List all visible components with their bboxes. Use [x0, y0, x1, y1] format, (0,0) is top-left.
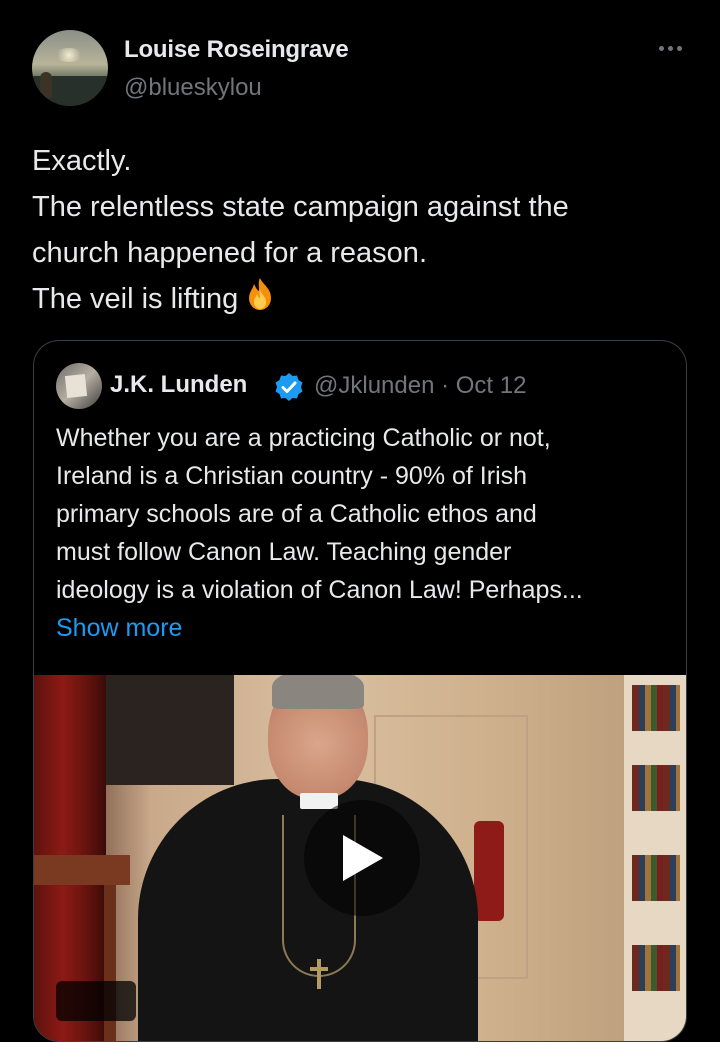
quote-author-name[interactable]: J.K. Lunden [110, 371, 247, 399]
dot [676, 45, 682, 51]
quote-handle-date: @Jklunden · Oct 12 [314, 372, 527, 399]
author-avatar[interactable] [32, 30, 108, 106]
scene-books [632, 685, 680, 731]
play-button[interactable] [304, 800, 420, 916]
tweet-text: Exactly. The relentless state campaign a… [32, 138, 692, 322]
tweet-line: The relentless state campaign against th… [32, 191, 569, 223]
show-more-link[interactable]: Show more [56, 609, 676, 647]
dot [658, 45, 664, 51]
scene-books [632, 765, 680, 811]
avatar-figure [40, 72, 52, 98]
tweet-line: The veil is lifting [32, 276, 692, 322]
quote-author-avatar[interactable] [56, 363, 102, 409]
quote-line: must follow Canon Law. Teaching gender [56, 538, 512, 566]
dot [667, 45, 673, 51]
quote-line: ideology is a violation of Canon Law! Pe… [56, 576, 583, 604]
tweet-line: church happened for a reason. [32, 237, 427, 269]
video-thumbnail[interactable] [34, 675, 686, 1041]
pectoral-cross-icon [310, 959, 328, 989]
scene-collar [300, 793, 338, 809]
author-handle[interactable]: @blueskylou [124, 74, 262, 102]
scene-table [34, 855, 130, 885]
author-name[interactable]: Louise Roseingrave [124, 36, 349, 64]
avatar-sun [54, 48, 84, 62]
quoted-tweet[interactable]: J.K. Lunden @Jklunden · Oct 12 Whether y… [33, 340, 687, 1042]
scene-window [94, 675, 234, 785]
scene-person-hair [272, 675, 364, 709]
verified-badge-icon [275, 373, 303, 401]
quote-line: primary schools are of a Catholic ethos … [56, 500, 537, 528]
fire-icon [249, 278, 272, 310]
scene-books [632, 945, 680, 991]
tweet-line-text: The veil is lifting [32, 283, 239, 315]
video-duration-badge [56, 981, 136, 1021]
play-icon [343, 835, 383, 881]
quote-text: Whether you are a practicing Catholic or… [56, 419, 676, 647]
scene-chair [474, 821, 504, 921]
quote-line: Whether you are a practicing Catholic or… [56, 424, 551, 452]
avatar-sign [64, 374, 88, 398]
quote-line: Ireland is a Christian country - 90% of … [56, 462, 528, 490]
more-options-icon[interactable] [654, 36, 686, 60]
tweet-line: Exactly. [32, 145, 132, 177]
scene-books [632, 855, 680, 901]
